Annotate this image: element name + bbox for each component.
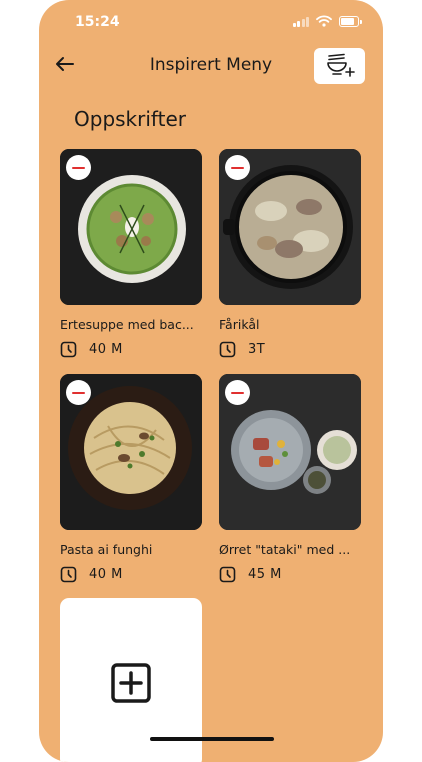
minus-icon xyxy=(231,391,244,394)
clock-icon xyxy=(219,341,236,358)
remove-recipe-button[interactable] xyxy=(225,380,250,405)
bowl-plus-icon xyxy=(326,53,355,77)
remove-recipe-button[interactable] xyxy=(66,380,91,405)
recipe-time-label: 40 M xyxy=(89,342,123,357)
section-title: Oppskrifter xyxy=(74,107,186,131)
recipe-name: Ertesuppe med bac... xyxy=(60,317,194,332)
recipe-time-label: 3T xyxy=(248,342,266,357)
remove-recipe-button[interactable] xyxy=(225,155,250,180)
recipe-name: Fårikål xyxy=(219,317,260,332)
clock-icon xyxy=(60,566,77,583)
app-screen: 15:24 Inspirert Meny Oppskrifter Ertesup… xyxy=(39,0,383,762)
wifi-icon xyxy=(316,15,332,27)
plus-square-icon xyxy=(111,663,151,703)
clock-icon xyxy=(60,341,77,358)
recipe-time-label: 40 M xyxy=(89,567,123,582)
recipe-name: Pasta ai funghi xyxy=(60,542,153,557)
signal-icon xyxy=(292,16,309,27)
battery-icon xyxy=(339,15,362,27)
minus-icon xyxy=(72,391,85,394)
recipe-time: 40 M xyxy=(60,566,123,583)
remove-recipe-button[interactable] xyxy=(66,155,91,180)
recipe-name: Ørret "tataki" med ... xyxy=(219,542,351,557)
add-to-menu-button[interactable] xyxy=(314,48,365,84)
recipe-time: 45 M xyxy=(219,566,282,583)
minus-icon xyxy=(72,166,85,169)
minus-icon xyxy=(231,166,244,169)
status-icons xyxy=(292,15,362,27)
recipe-time-label: 45 M xyxy=(248,567,282,582)
recipe-time: 40 M xyxy=(60,341,123,358)
clock-icon xyxy=(219,566,236,583)
recipe-time: 3T xyxy=(219,341,265,358)
home-indicator[interactable] xyxy=(150,737,274,741)
status-time: 15:24 xyxy=(75,14,120,30)
